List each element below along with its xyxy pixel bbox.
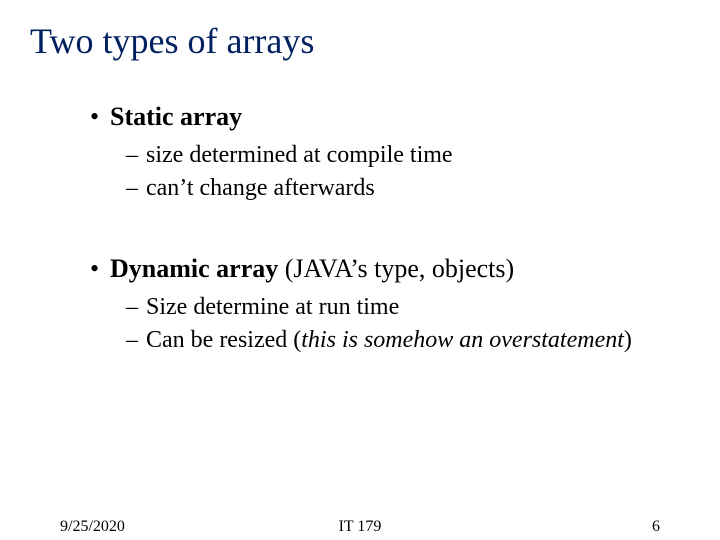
sub-text-em: compile [327,142,404,168]
sub-text: can’t change afterwards [146,175,375,201]
sub-item: – size determined at compile time [126,140,680,171]
slide-title: Two types of arrays [30,20,314,62]
sub-text: Can be resized ( [146,327,301,353]
footer-page-number: 6 [652,518,660,536]
slide-body: • Static array – size determined at comp… [90,100,680,358]
dash-icon: – [126,140,146,171]
bullet-icon: • [90,252,110,286]
sub-item: – Size determine at run time [126,292,680,323]
slide: Two types of arrays • Static array – siz… [0,0,720,540]
bullet-label: Dynamic array [110,254,278,283]
sub-text-post: ) [624,327,632,353]
bullet-dynamic-array: • Dynamic array (JAVA’s type, objects) [90,252,680,286]
sub-text-post: time [404,142,453,168]
bullet-icon: • [90,100,110,134]
bullet-label: Static array [110,102,242,131]
sub-text: Size determine at [146,294,319,320]
bullet-label-extra: (JAVA’s type, objects) [278,254,514,283]
dash-icon: – [126,292,146,323]
footer-course: IT 179 [339,518,382,536]
sub-text-post: time [351,294,400,320]
sub-item: – Can be resized (this is somehow an ove… [126,325,680,356]
sub-text-italic: this is somehow an overstatement [301,327,624,353]
footer-date: 9/25/2020 [60,518,125,536]
sub-item: – can’t change afterwards [126,173,680,204]
dash-icon: – [126,325,146,356]
bullet-static-array: • Static array [90,100,680,134]
sub-text-em: run [319,294,351,320]
dash-icon: – [126,173,146,204]
sub-text: size determined at [146,142,327,168]
